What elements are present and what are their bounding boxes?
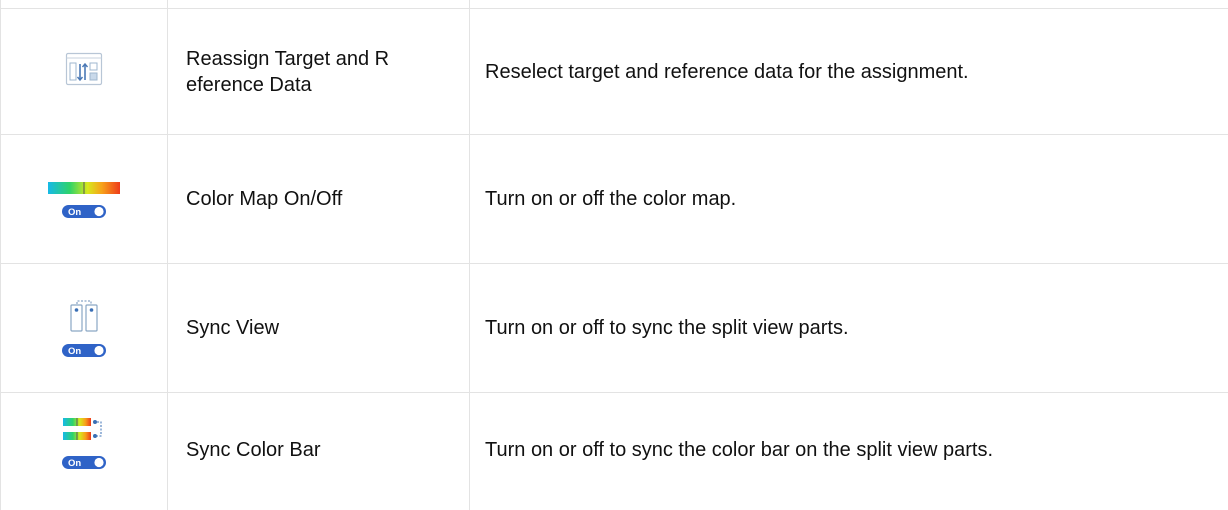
table-row-4-name-cell: Sync Color Bar: [168, 393, 469, 510]
sync-color-bar-icon: [61, 412, 107, 451]
toggle-label: On: [68, 346, 81, 357]
color-map-icon: [48, 181, 120, 199]
table-row-3-name-cell: Sync View: [168, 264, 469, 392]
feature-description: Turn on or off to sync the color bar on …: [485, 439, 994, 461]
feature-description: Turn on or off the color map.: [485, 188, 737, 210]
sync-view-icon: [69, 299, 99, 338]
table-row-1-description-cell: Reselect target and reference data for t…: [470, 9, 1228, 134]
toggle-switch[interactable]: On: [62, 204, 106, 218]
table-row-3-description-cell: Turn on or off to sync the split view pa…: [470, 264, 1228, 392]
table-row-1-icon-cell: [1, 9, 167, 134]
toggle-label: On: [68, 458, 81, 469]
feature-name: Sync Color Bar: [186, 439, 321, 461]
feature-description: Turn on or off to sync the split view pa…: [485, 317, 849, 339]
feature-name: Color Map On/Off: [186, 188, 343, 210]
table-row-4-description-cell: Turn on or off to sync the color bar on …: [470, 393, 1228, 510]
table-row-4-icon-cell: On: [1, 393, 167, 510]
feature-name: Sync View: [186, 317, 280, 339]
table-row-2-description-cell: Turn on or off the color map.: [470, 135, 1228, 263]
toggle-switch[interactable]: On: [62, 456, 106, 469]
table-row-1-name-cell: Reassign Target and R eference Data: [168, 9, 469, 134]
table-row-3-icon-cell: On: [1, 264, 167, 392]
toggle-label: On: [68, 207, 81, 218]
feature-name: Reassign Target and R eference Data: [186, 47, 390, 96]
table-row-2-name-cell: Color Map On/Off: [168, 135, 469, 263]
feature-description: Reselect target and reference data for t…: [485, 60, 969, 83]
table-row-2-icon-cell: On: [1, 135, 167, 263]
toggle-switch[interactable]: On: [62, 344, 106, 357]
reassign-data-icon: [65, 52, 103, 91]
